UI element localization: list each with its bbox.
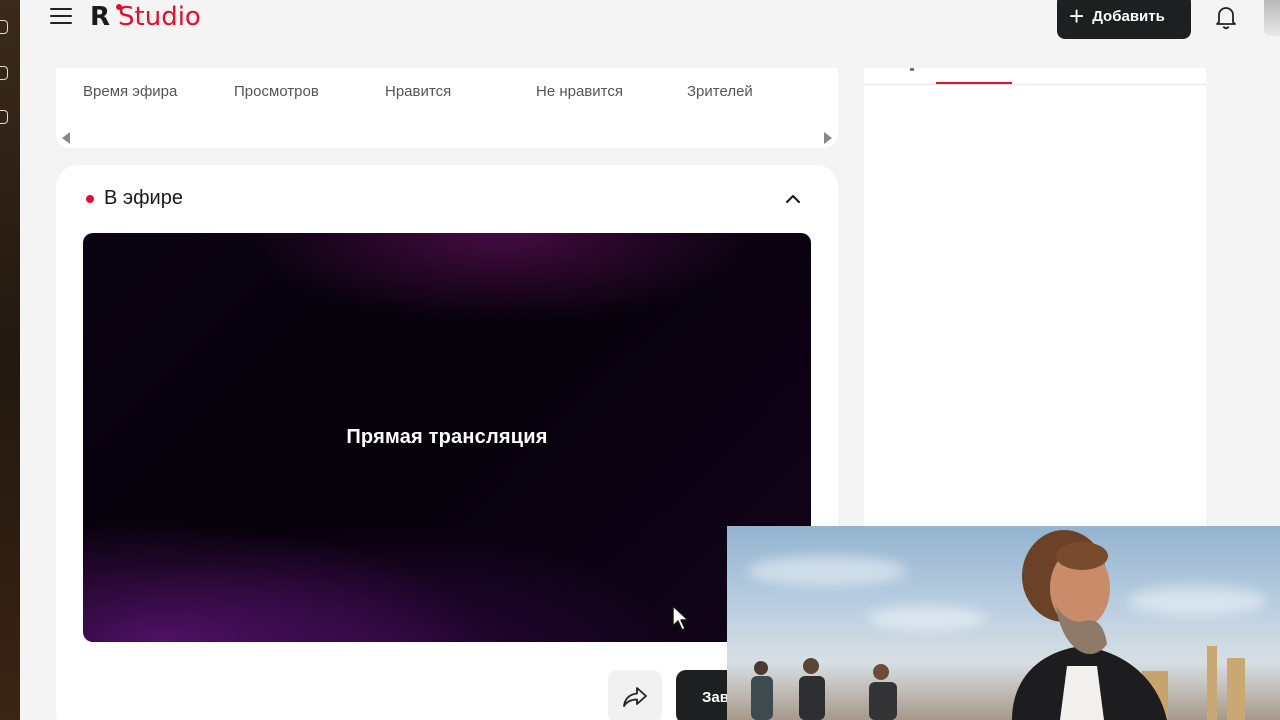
- scroll-left-icon[interactable]: [62, 132, 70, 144]
- desktop-icon[interactable]: [0, 66, 8, 80]
- live-card: В эфире Прямая трансляция Зав: [56, 165, 838, 720]
- person-image: [1012, 530, 1167, 720]
- live-indicator-dot: [86, 194, 94, 203]
- stat-column-label: Нравится: [385, 83, 452, 100]
- stats-card: Время эфира Просмотров Нравится Не нрави…: [56, 68, 838, 148]
- plus-icon: +: [1069, 0, 1085, 31]
- background-people-image: [751, 658, 897, 720]
- top-bar: R Studio + Добавить: [20, 0, 1280, 40]
- stats-header: Время эфира Просмотров Нравится Не нрави…: [83, 83, 787, 100]
- menu-icon[interactable]: [50, 8, 72, 26]
- chevron-up-icon[interactable]: [784, 190, 802, 208]
- share-icon: [623, 687, 647, 707]
- share-button[interactable]: [608, 670, 662, 720]
- end-stream-label: Зав: [702, 688, 729, 706]
- stat-column-label: Время эфира: [83, 83, 178, 100]
- tab-divider: [864, 84, 1206, 85]
- desktop-icon[interactable]: [0, 110, 8, 124]
- desktop-icon[interactable]: [0, 20, 8, 34]
- add-button-label: Добавить: [1092, 8, 1165, 25]
- add-button[interactable]: + Добавить: [1057, 0, 1191, 39]
- bell-icon[interactable]: [1214, 4, 1238, 30]
- stat-column-label: Зрителей: [687, 83, 753, 100]
- stat-column-label: Не нравится: [536, 83, 623, 100]
- live-player[interactable]: Прямая трансляция: [83, 233, 811, 642]
- logo[interactable]: R Studio: [90, 0, 201, 34]
- stat-column-label: Просмотров: [234, 83, 319, 100]
- logo-dot: [116, 4, 122, 10]
- avatar[interactable]: [1264, 0, 1280, 36]
- cursor-icon: [672, 605, 689, 631]
- desktop-edge: [0, 0, 20, 720]
- live-header: В эфире: [86, 187, 183, 210]
- live-title: В эфире: [104, 187, 183, 209]
- tab-label-fragment: [910, 68, 914, 71]
- active-tab-indicator[interactable]: [936, 82, 1012, 84]
- video-overlay: [727, 526, 1280, 720]
- player-label: Прямая трансляция: [346, 426, 548, 448]
- logo-letter: R: [90, 2, 111, 32]
- side-panel: [864, 68, 1206, 538]
- scroll-right-icon[interactable]: [824, 132, 832, 144]
- logo-text: Studio: [118, 2, 201, 32]
